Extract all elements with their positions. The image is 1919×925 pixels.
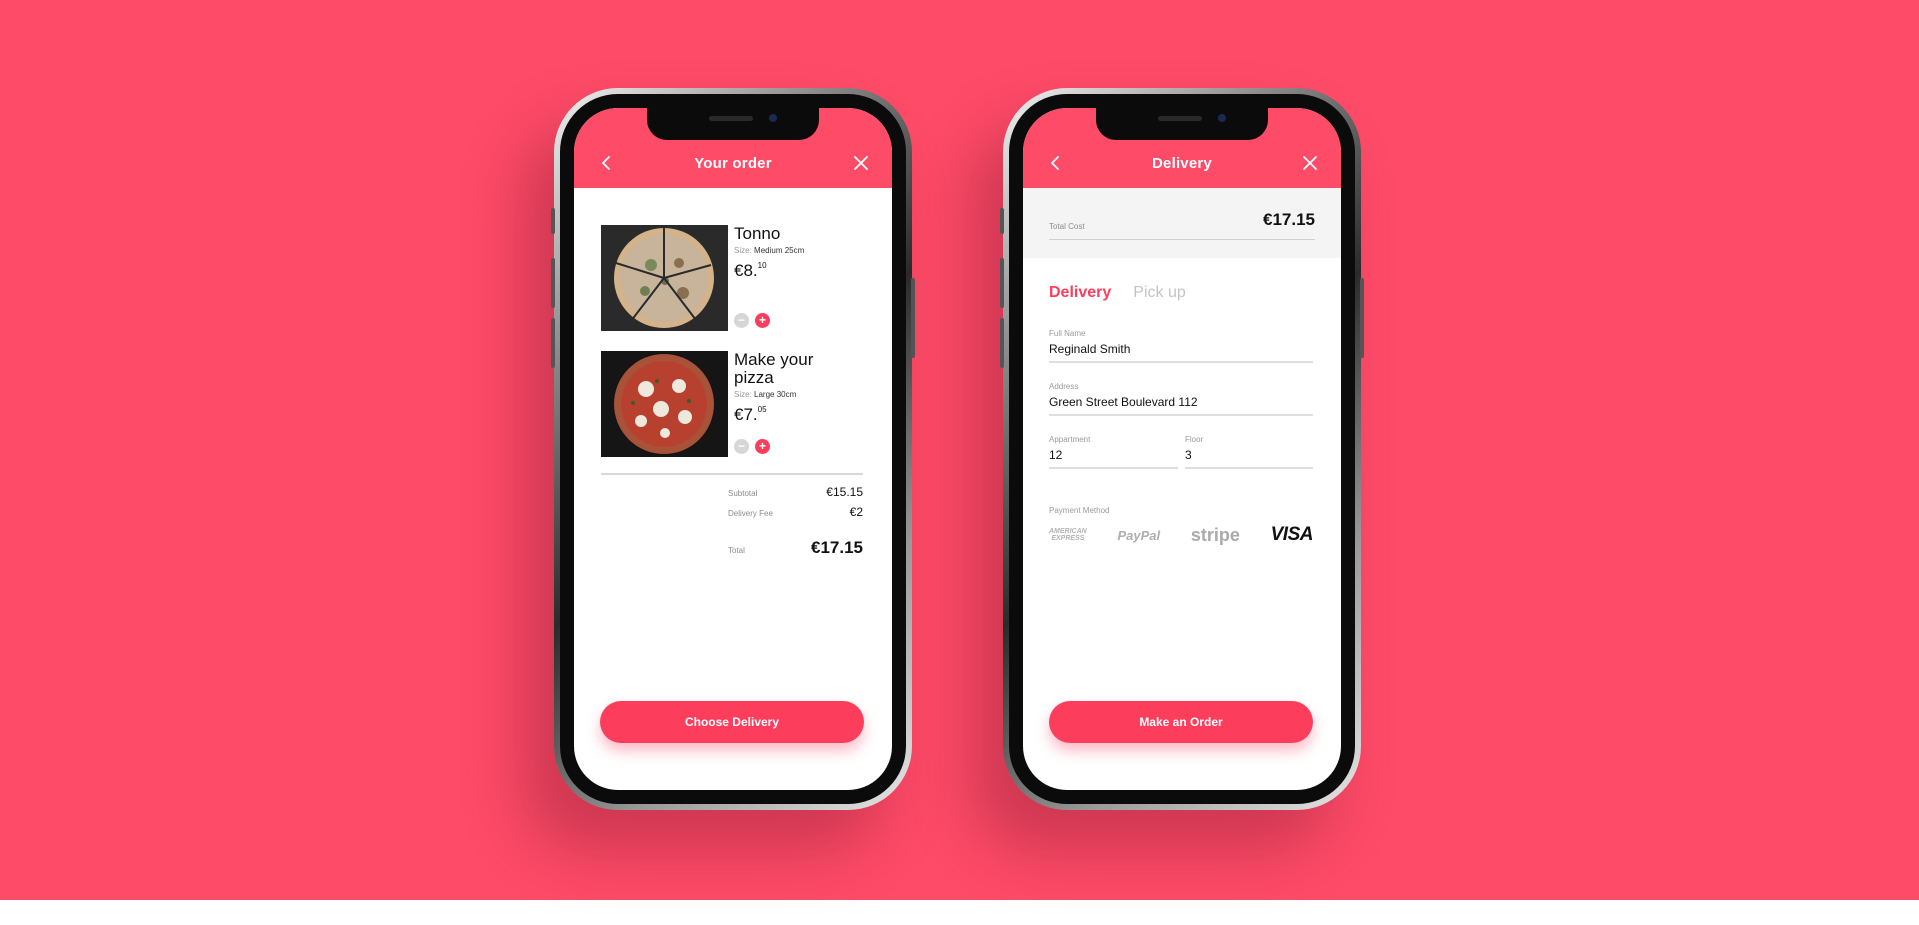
item-info: Make your pizza Size: Large 30cm €7.05 — [734, 351, 863, 425]
item-price: €7.05 — [734, 405, 767, 424]
close-icon[interactable] — [852, 154, 870, 172]
volume-up-button — [1000, 258, 1004, 308]
pizza-custom-image — [601, 351, 728, 457]
quantity-stepper: − + — [734, 313, 770, 328]
item-price: €8.10 — [734, 261, 767, 280]
notch — [647, 108, 819, 140]
floor-field[interactable]: Floor 3 — [1185, 435, 1313, 469]
apartment-input[interactable]: 12 — [1049, 448, 1178, 469]
address-input[interactable]: Green Street Boulevard 112 — [1049, 395, 1313, 416]
phone-order: Your order Tonno Size: Medium 25cm €8.10… — [551, 88, 915, 810]
delivery-fee-row: Delivery Fee €2 — [728, 505, 863, 519]
tab-delivery[interactable]: Delivery — [1049, 284, 1111, 302]
delivery-fee-value: €2 — [849, 505, 863, 519]
speaker-grille — [1158, 116, 1202, 121]
total-row: Total €17.15 — [728, 538, 863, 558]
tab-pick-up[interactable]: Pick up — [1133, 284, 1185, 302]
address-label: Address — [1049, 382, 1079, 391]
payment-methods: AMERICAN EXPRESS PayPal stripe VISA — [1049, 524, 1313, 546]
decrease-button[interactable]: − — [734, 313, 749, 328]
order-item-make-your-pizza: Make your pizza Size: Large 30cm €7.05 −… — [601, 351, 863, 457]
power-button — [911, 278, 915, 358]
visa-logo[interactable]: VISA — [1271, 524, 1314, 546]
order-screen: Your order Tonno Size: Medium 25cm €8.10… — [574, 108, 892, 790]
page-title: Delivery — [1152, 155, 1212, 172]
quantity-stepper: − + — [734, 439, 770, 454]
order-item-tonno: Tonno Size: Medium 25cm €8.10 − + — [601, 225, 863, 331]
paypal-logo[interactable]: PayPal — [1117, 528, 1160, 543]
subtotal-row: Subtotal €15.15 — [728, 485, 863, 499]
total-label: Total — [728, 546, 745, 555]
total-cost-value: €17.15 — [1263, 210, 1315, 229]
address-field[interactable]: Address Green Street Boulevard 112 — [1049, 382, 1313, 416]
phone-delivery: Delivery Total Cost €17.15 Delivery Pick… — [1000, 88, 1364, 810]
decrease-button[interactable]: − — [734, 439, 749, 454]
total-cost-bar: Total Cost €17.15 — [1023, 188, 1341, 258]
floor-input[interactable]: 3 — [1185, 448, 1313, 469]
volume-down-button — [1000, 318, 1004, 368]
increase-button[interactable]: + — [755, 439, 770, 454]
item-name: Tonno — [734, 224, 781, 243]
full-name-input[interactable]: Reginald Smith — [1049, 342, 1313, 363]
pink-backdrop — [0, 0, 1919, 900]
apartment-label: Appartment — [1049, 435, 1091, 444]
power-button — [1360, 278, 1364, 358]
page-title: Your order — [694, 155, 772, 172]
total-cost-label: Total Cost — [1049, 222, 1085, 231]
mute-switch — [551, 208, 555, 234]
front-camera — [769, 114, 777, 122]
full-name-label: Full Name — [1049, 329, 1086, 338]
increase-button[interactable]: + — [755, 313, 770, 328]
floor-label: Floor — [1185, 435, 1204, 444]
mute-switch — [1000, 208, 1004, 234]
payment-method-label: Payment Method — [1049, 506, 1110, 515]
item-size: Size: Medium 25cm — [734, 246, 805, 255]
volume-up-button — [551, 258, 555, 308]
summary-divider — [601, 473, 863, 475]
subtotal-label: Subtotal — [728, 489, 758, 498]
apartment-field[interactable]: Appartment 12 — [1049, 435, 1178, 469]
delivery-method-tabs: Delivery Pick up — [1049, 284, 1186, 302]
volume-down-button — [551, 318, 555, 368]
subtotal-value: €15.15 — [826, 485, 863, 499]
make-an-order-button[interactable]: Make an Order — [1049, 701, 1313, 743]
close-icon[interactable] — [1301, 154, 1319, 172]
total-value: €17.15 — [811, 538, 863, 557]
notch — [1096, 108, 1268, 140]
speaker-grille — [709, 116, 753, 121]
pizza-tonno-image — [601, 225, 728, 331]
item-size: Size: Large 30cm — [734, 390, 797, 399]
full-name-field[interactable]: Full Name Reginald Smith — [1049, 329, 1313, 363]
delivery-fee-label: Delivery Fee — [728, 509, 773, 518]
item-name: Make your pizza — [734, 350, 814, 387]
total-cost-underline — [1049, 239, 1315, 240]
front-camera — [1218, 114, 1226, 122]
item-info: Tonno Size: Medium 25cm €8.10 — [734, 225, 863, 281]
delivery-screen: Delivery Total Cost €17.15 Delivery Pick… — [1023, 108, 1341, 790]
amex-logo[interactable]: AMERICAN EXPRESS — [1049, 528, 1087, 542]
stripe-logo[interactable]: stripe — [1191, 525, 1240, 546]
choose-delivery-button[interactable]: Choose Delivery — [600, 701, 864, 743]
